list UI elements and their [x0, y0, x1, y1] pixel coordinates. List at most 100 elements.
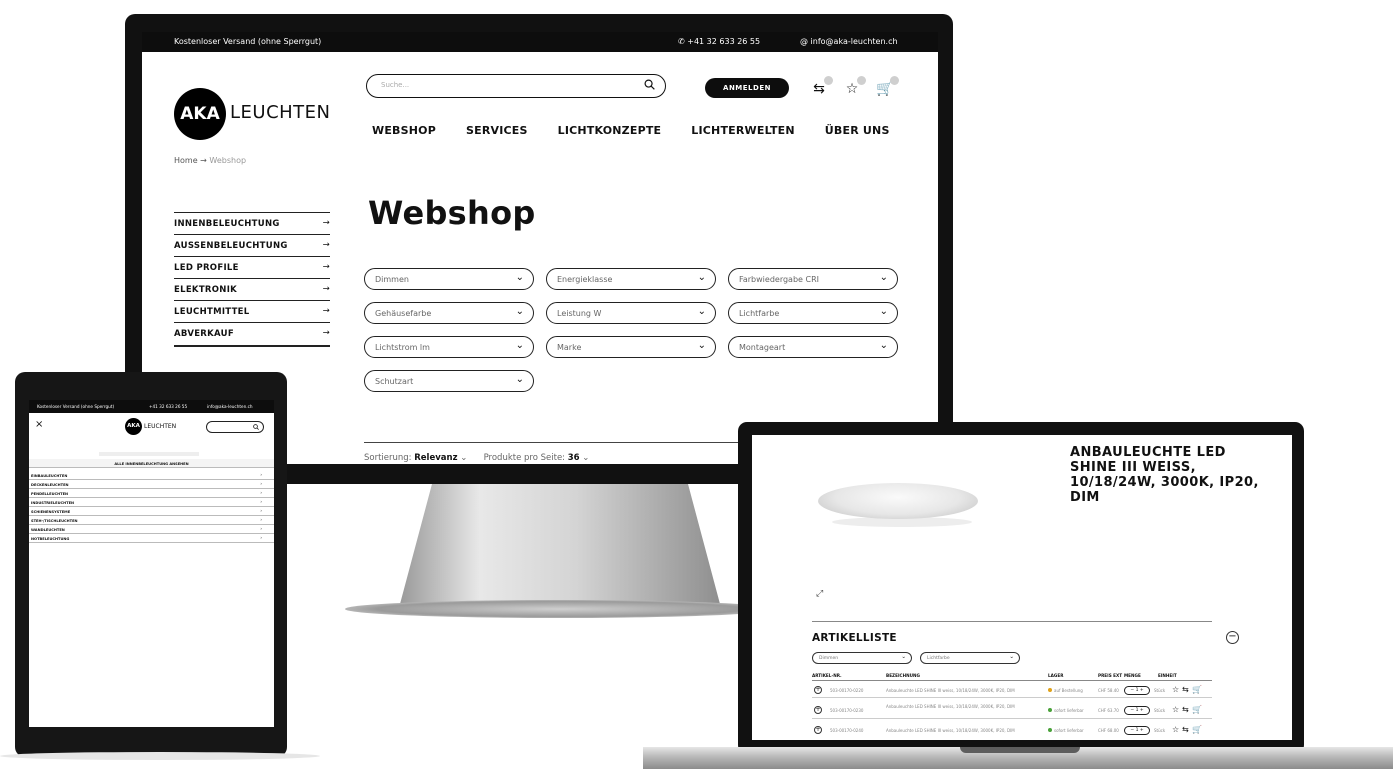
- arrow-right-icon: →: [322, 240, 330, 250]
- chevron-down-icon: ⌄: [901, 654, 906, 660]
- cart-icon[interactable]: 🛒: [1192, 706, 1202, 714]
- wishlist-star-icon[interactable]: ☆: [1172, 706, 1179, 714]
- sort-bar: Sortierung: Relevanz ⌄ Produkte pro Seit…: [364, 453, 590, 463]
- tablet-category-einbauleuchten[interactable]: EINBAULEUCHTEN ›: [29, 471, 274, 480]
- sidebar-item-led-profile[interactable]: LED PROFILE →: [174, 256, 330, 278]
- compare-icon[interactable]: ⇆: [1182, 726, 1189, 734]
- sidebar-item-innenbeleuchtung[interactable]: INNENBELEUCHTUNG →: [174, 212, 330, 234]
- logo-wordmark[interactable]: LEUCHTEN: [230, 102, 331, 123]
- tablet-all-link[interactable]: ALLE INNENBELEUCHTUNG ANSEHEN: [29, 459, 274, 468]
- tablet-category-industrieleuchten[interactable]: INDUSTRIELEUCHTEN ›: [29, 498, 274, 507]
- close-icon[interactable]: ×: [35, 419, 43, 430]
- breadcrumb-home[interactable]: Home: [174, 156, 198, 165]
- compare-icon[interactable]: ⇆: [810, 76, 833, 98]
- arrow-right-icon: →: [322, 306, 330, 316]
- main-navigation: WEBSHOP SERVICES LICHTKONZEPTE LICHTERWELTE…: [372, 124, 920, 137]
- row-article-nr[interactable]: 503-00170-0220: [830, 688, 863, 693]
- tablet-logo-wordmark[interactable]: LEUCHTEN: [144, 423, 176, 430]
- wishlist-star-icon[interactable]: ☆: [843, 76, 866, 98]
- row-price: CHF 68.00: [1098, 728, 1119, 733]
- quantity-stepper[interactable]: − 1 +: [1124, 726, 1150, 735]
- filter-montageart[interactable]: Montageart ⌄: [728, 336, 898, 358]
- tablet-category-notbeleuchtung[interactable]: NOTBELEUCHTUNG ›: [29, 534, 274, 543]
- cart-icon[interactable]: 🛒: [1192, 726, 1202, 734]
- row-divider: [812, 718, 1212, 719]
- tablet-category-schienensysteme[interactable]: SCHIENENSYSTEME ›: [29, 507, 274, 516]
- wishlist-star-icon[interactable]: ☆: [1172, 686, 1179, 694]
- tablet-logo-mark[interactable]: AKA: [125, 418, 142, 435]
- sidebar-item-abverkauf[interactable]: ABVERKAUF →: [174, 322, 330, 344]
- arrow-right-icon: →: [322, 284, 330, 294]
- cart-icon[interactable]: 🛒: [1192, 686, 1202, 694]
- chevron-icon: ›: [260, 508, 262, 513]
- row-description: Anbauleuchte LED SHINE III weiss, 10/18/…: [886, 728, 1015, 733]
- tablet-shadow: [0, 752, 320, 760]
- filter-gehaeusefarbe[interactable]: Gehäusefarbe ⌄: [364, 302, 534, 324]
- chevron-down-icon: ⌄: [879, 272, 888, 283]
- stock-status-dot: [1048, 728, 1052, 732]
- compare-icon[interactable]: ⇆: [1182, 706, 1189, 714]
- logo-mark[interactable]: AKA: [174, 88, 226, 140]
- filter-dimmen[interactable]: Dimmen ⌄: [364, 268, 534, 290]
- sidebar-item-leuchtmittel[interactable]: LEUCHTMITTEL →: [174, 300, 330, 322]
- filter-lichtstrom[interactable]: Lichtstrom lm ⌄: [364, 336, 534, 358]
- row-description: Anbauleuchte LED SHINE III weiss, 10/18/…: [886, 688, 1015, 693]
- nav-ueber-uns[interactable]: ÜBER UNS: [825, 124, 890, 137]
- tablet-category-pendelleuchten[interactable]: PENDELLEUCHTEN ›: [29, 489, 274, 498]
- article-list-title: ARTIKELLISTE: [812, 632, 897, 644]
- search-icon[interactable]: [644, 79, 655, 90]
- tablet-category-steh-tischleuchten[interactable]: STEH-/TISCHLEUCHTEN ›: [29, 516, 274, 525]
- chevron-down-icon[interactable]: ⌄: [582, 453, 589, 463]
- phone-link[interactable]: ✆ +41 32 633 26 55: [678, 37, 760, 46]
- nav-lichtkonzepte[interactable]: LICHTKONZEPTE: [558, 124, 662, 137]
- search-input[interactable]: Suche...: [366, 74, 666, 98]
- cart-icon[interactable]: 🛒: [876, 76, 899, 98]
- nav-lichterwelten[interactable]: LICHTERWELTEN: [691, 124, 795, 137]
- article-filter-lichtfarbe[interactable]: Lichtfarbe ⌄: [920, 652, 1020, 664]
- expand-icon[interactable]: ⤢: [816, 589, 823, 599]
- row-article-nr[interactable]: 503-00170-0230: [830, 708, 863, 713]
- tablet-phone-link[interactable]: +41 32 633 26 55: [149, 404, 187, 409]
- row-price: CHF 58.40: [1098, 688, 1119, 693]
- chevron-down-icon: ⌄: [697, 340, 706, 351]
- chevron-icon: ›: [260, 526, 262, 531]
- tablet-category-deckenleuchten[interactable]: DECKENLEUCHTEN ›: [29, 480, 274, 489]
- add-icon[interactable]: +: [814, 726, 822, 734]
- column-header-nr: ARTIKEL-NR.: [812, 673, 842, 678]
- nav-services[interactable]: SERVICES: [466, 124, 528, 137]
- email-link[interactable]: @ info@aka-leuchten.ch: [800, 37, 898, 46]
- sidebar-item-aussenbeleuchtung[interactable]: AUSSENBELEUCHTUNG →: [174, 234, 330, 256]
- add-icon[interactable]: +: [814, 686, 822, 694]
- column-header-qty: MENGE: [1124, 673, 1141, 678]
- arrow-right-icon: →: [322, 218, 330, 228]
- login-button[interactable]: ANMELDEN: [705, 78, 789, 98]
- filter-farbwiedergabe[interactable]: Farbwiedergabe CRI ⌄: [728, 268, 898, 290]
- collapse-minus-icon[interactable]: −: [1226, 631, 1239, 644]
- row-stock: sofort lieferbar: [1054, 728, 1084, 733]
- filter-energieklasse[interactable]: Energieklasse ⌄: [546, 268, 716, 290]
- sidebar-item-elektronik[interactable]: ELEKTRONIK →: [174, 278, 330, 300]
- compare-icon[interactable]: ⇆: [1182, 686, 1189, 694]
- sort-select[interactable]: Relevanz: [414, 453, 457, 463]
- nav-webshop[interactable]: WEBSHOP: [372, 124, 436, 137]
- search-icon[interactable]: [253, 424, 259, 430]
- filter-leistung[interactable]: Leistung W ⌄: [546, 302, 716, 324]
- row-unit: Stück: [1154, 728, 1166, 733]
- tablet-email-link[interactable]: info@aka-leuchten.ch: [207, 404, 253, 409]
- tablet-category-wandleuchten[interactable]: WANDLEUCHTEN ›: [29, 525, 274, 534]
- product-image[interactable]: [818, 483, 978, 519]
- tablet-search-input[interactable]: [206, 421, 264, 433]
- row-article-nr[interactable]: 503-00170-0240: [830, 728, 863, 733]
- filter-schutzart[interactable]: Schutzart ⌄: [364, 370, 534, 392]
- filter-lichtfarbe[interactable]: Lichtfarbe ⌄: [728, 302, 898, 324]
- quantity-stepper[interactable]: − 1 +: [1124, 686, 1150, 695]
- column-header-unit: EINHEIT: [1158, 673, 1177, 678]
- add-icon[interactable]: +: [814, 706, 822, 714]
- article-filter-dimmen[interactable]: Dimmen ⌄: [812, 652, 912, 664]
- wishlist-star-icon[interactable]: ☆: [1172, 726, 1179, 734]
- quantity-stepper[interactable]: − 1 +: [1124, 706, 1150, 715]
- chevron-down-icon[interactable]: ⌄: [460, 453, 467, 463]
- per-page-select[interactable]: 36: [568, 453, 580, 463]
- chevron-down-icon: ⌄: [1009, 654, 1014, 660]
- filter-marke[interactable]: Marke ⌄: [546, 336, 716, 358]
